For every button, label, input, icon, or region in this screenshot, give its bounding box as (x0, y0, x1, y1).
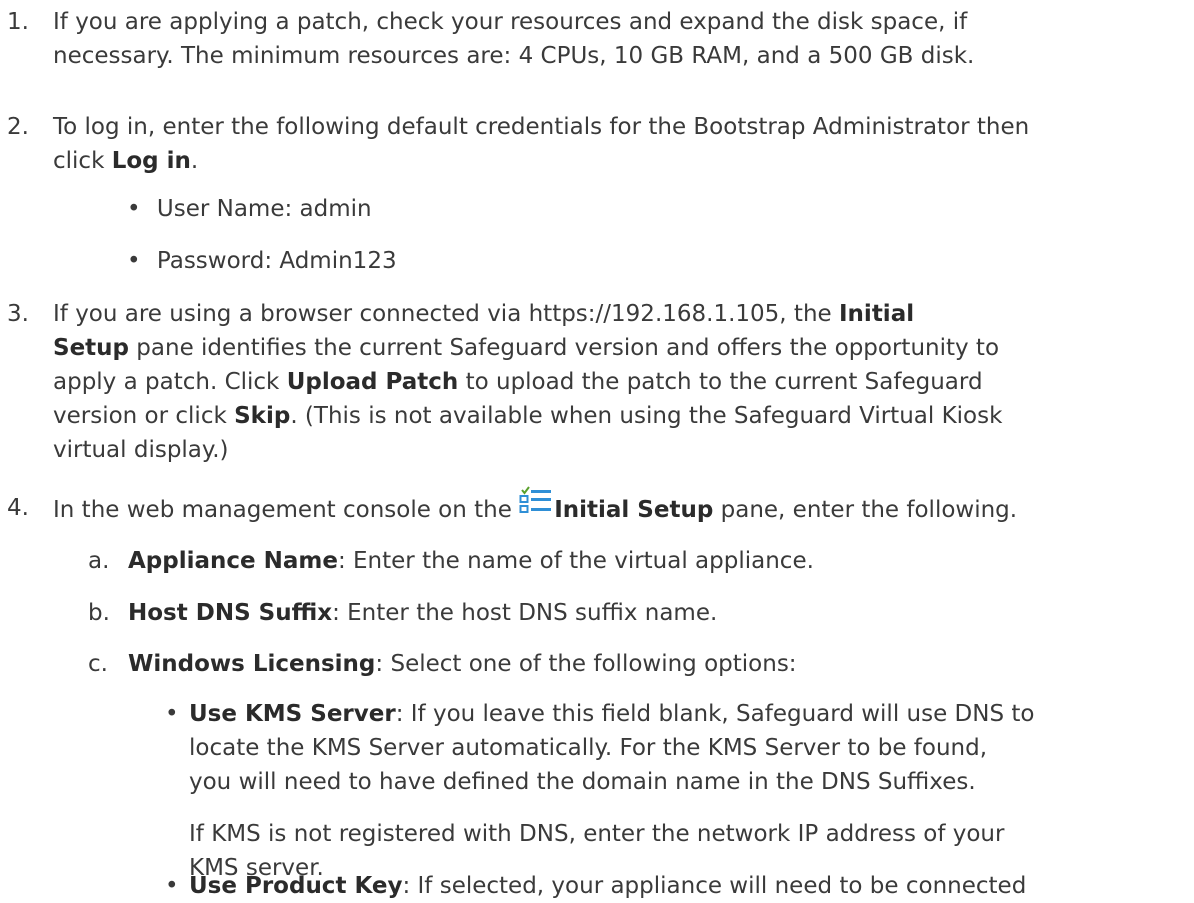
ui-term: Use KMS Server (189, 701, 396, 727)
ui-term: Skip (234, 403, 291, 429)
text-run: : Enter the name of the virtual applianc… (337, 548, 814, 574)
text-run: : Enter the host DNS suffix name. (332, 600, 718, 626)
bullet-item: • User Name: admin (127, 192, 372, 226)
sub-letter: c. (88, 651, 108, 677)
text-run: apply a patch. Click (53, 369, 287, 395)
step-text-line: If you are using a browser connected via… (53, 297, 1182, 331)
sub-item-a: a. Appliance Name: Enter the name of the… (88, 544, 814, 578)
text-run: pane identifies the current Safeguard ve… (129, 335, 1000, 361)
text-run: : If you leave this field blank, Safegua… (395, 701, 1035, 727)
text-run: : If selected, your appliance will need … (402, 873, 1027, 899)
bullet-item: • Password: Admin123 (127, 244, 397, 278)
ui-term: Setup (53, 335, 129, 361)
step-text-line: version or click Skip. (This is not avai… (53, 399, 1182, 433)
bullet-dot: • (127, 196, 141, 222)
step-text-line: click Log in. (53, 144, 1182, 178)
ui-term: Appliance Name (128, 548, 338, 574)
bullet-dot: • (127, 248, 141, 274)
step-text-line: If you are applying a patch, check your … (53, 9, 968, 35)
step-number: 4. (7, 495, 29, 521)
step-number: 1. (7, 9, 29, 35)
option-use-product-key: • (165, 869, 179, 903)
option-text-line: locate the KMS Server automatically. For… (189, 735, 988, 761)
step-text-line: To log in, enter the following default c… (53, 114, 1030, 140)
ui-term: Initial (839, 301, 915, 327)
text-run: version or click (53, 403, 235, 429)
bullet-text: Password: Admin123 (156, 248, 397, 274)
bullet-dot: • (165, 701, 179, 727)
bullet-text: User Name: admin (156, 196, 372, 222)
bullet-dot: • (165, 873, 179, 899)
sub-item-b: b. Host DNS Suffix: Enter the host DNS s… (88, 596, 717, 630)
text-run: . (This is not available when using the … (290, 403, 1003, 429)
option-text-line: If KMS is not registered with DNS, enter… (189, 821, 1005, 847)
step-text-line: apply a patch. Click Upload Patch to upl… (53, 365, 1182, 399)
text-run: pane, enter the following. (713, 497, 1018, 523)
option-text: Use KMS Server: If you leave this field … (189, 697, 1034, 885)
ui-term: Use Product Key (189, 873, 403, 899)
step-text-line: Setup pane identifies the current Safegu… (53, 331, 1182, 365)
text-run: . (190, 148, 199, 174)
step-text-line: In the web management console on the Ini… (53, 486, 1182, 527)
sub-item-c: c. Windows Licensing: Select one of the … (88, 647, 797, 681)
ui-term: Upload Patch (286, 369, 459, 395)
text-run: In the web management console on the (53, 497, 520, 523)
text-run: click (53, 148, 112, 174)
step-text-line: necessary. The minimum resources are: 4 … (53, 43, 975, 69)
option-text-line: you will need to have defined the domain… (189, 769, 976, 795)
initial-setup-icon (519, 486, 552, 521)
step-number: 3. (7, 301, 29, 327)
text-run: If you are using a browser connected via… (53, 301, 839, 327)
text-run: to upload the patch to the current Safeg… (458, 369, 983, 395)
step-text-line: virtual display.) (53, 437, 229, 463)
ui-term: Windows Licensing (128, 651, 376, 677)
ui-term: Log in (111, 148, 191, 174)
sub-letter: b. (88, 600, 110, 626)
text-run: : Select one of the following options: (375, 651, 797, 677)
option-use-kms-server: • (165, 697, 179, 731)
option-text: Use Product Key: If selected, your appli… (189, 869, 1026, 903)
step-number: 2. (7, 114, 29, 140)
ui-term: Host DNS Suffix (128, 600, 333, 626)
ui-term: Initial Setup (554, 497, 714, 523)
sub-letter: a. (88, 548, 110, 574)
